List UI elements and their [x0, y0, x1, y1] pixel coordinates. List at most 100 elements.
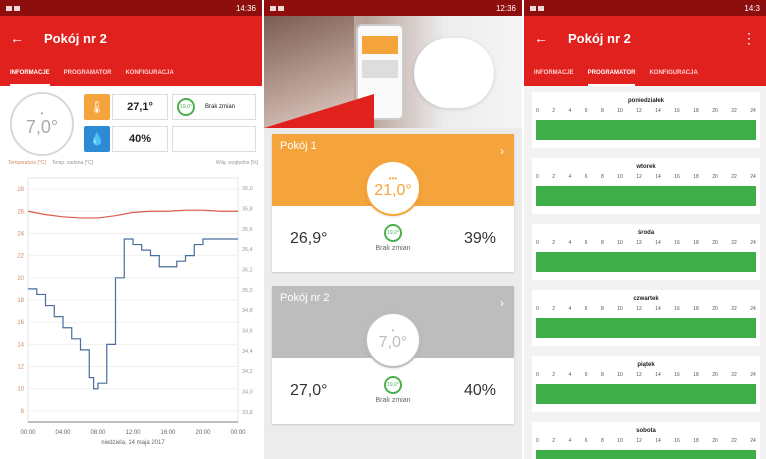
tab-konfiguracja[interactable]: KONFIGURACJA [649, 60, 697, 86]
tab-konfiguracja[interactable]: KONFIGURACJA [125, 60, 173, 86]
legend-temp: Temperatura [°C] [8, 160, 46, 166]
hour-ticks: 0 2 4 6 8 10 12 14 16 18 20 22 24 [532, 372, 760, 378]
setpoint-dial[interactable]: • 7,0° [10, 92, 74, 156]
hour-tick: 2 [552, 438, 556, 444]
x-tick: 04:00 [55, 430, 71, 436]
room-card-1[interactable]: Pokój 1 › ••• 21,0° 26,9° 19,0° Brak zmi… [272, 134, 514, 272]
hour-tick: 24 [750, 108, 756, 114]
hour-tick: 20 [712, 306, 718, 312]
banner-photo [264, 16, 522, 128]
hour-tick: 10 [617, 174, 623, 180]
history-chart: 8 10 12 14 16 18 20 22 24 26 28 33,8 34,0 34,2 34,4 34,… [17, 177, 253, 446]
hour-tick: 20 [712, 372, 718, 378]
y-right-tick: 35,0 [242, 288, 253, 294]
y-right-tick: 35,8 [242, 207, 253, 213]
tab-programator[interactable]: PROGRAMATOR [64, 60, 112, 86]
hour-tick: 24 [750, 372, 756, 378]
x-tick: 08:00 [90, 430, 106, 436]
setpoint-value: 7,0° [25, 116, 59, 137]
x-tick: 12:00 [125, 430, 141, 436]
x-tick: 20:00 [195, 430, 211, 436]
room-status: 19,0° Brak zmian [363, 224, 423, 252]
red-accent [264, 94, 374, 128]
hour-tick: 4 [568, 108, 572, 114]
schedule-bar[interactable] [536, 252, 756, 272]
hour-tick: 8 [600, 372, 604, 378]
y-left-tick: 28 [17, 187, 24, 193]
back-arrow-icon[interactable]: ← [534, 30, 568, 46]
hour-tick: 24 [750, 306, 756, 312]
room-card-2[interactable]: Pokój nr 2 › • 7,0° 27,0° 19,0° Brak zmi… [272, 286, 514, 424]
hour-ticks: 0 2 4 6 8 10 12 14 16 18 20 22 24 [532, 240, 760, 246]
status-bar: 12:36 [264, 0, 522, 16]
room-setpoint: 7,0° [378, 334, 408, 351]
room-card-header: Pokój 1 › ••• 21,0° [272, 134, 514, 216]
hour-tick: 22 [731, 372, 737, 378]
schedule-bar[interactable] [536, 186, 756, 206]
day-name: piątek [637, 362, 655, 368]
day-schedule-row[interactable]: czwartek 0 2 4 6 8 10 12 14 16 18 20 22 24 [532, 290, 760, 346]
status-time: 14:36 [235, 3, 256, 13]
schedule-bar[interactable] [536, 318, 756, 338]
schedule-bar[interactable] [536, 120, 756, 140]
y-right-tick: 34,2 [242, 369, 253, 375]
schedule-bar[interactable] [536, 450, 756, 459]
day-schedule-row[interactable]: wtorek 0 2 4 6 8 10 12 14 16 18 20 22 24 [532, 158, 760, 214]
y-right-tick: 34,8 [242, 308, 253, 314]
room-info-screen: 14:36 ← Pokój nr 2 INFORMACJE PROGRAMATO… [0, 0, 262, 459]
room-card-header: Pokój nr 2 › • 7,0° [272, 286, 514, 368]
hour-tick: 10 [617, 240, 623, 246]
tab-programator[interactable]: PROGRAMATOR [587, 60, 636, 86]
chevron-right-icon[interactable]: › [500, 144, 504, 158]
y-right-tick: 35,2 [242, 268, 253, 274]
hour-tick: 16 [674, 174, 680, 180]
schedule-bar[interactable] [536, 384, 756, 404]
hour-tick: 2 [552, 240, 556, 246]
hour-tick: 20 [712, 438, 718, 444]
back-arrow-icon[interactable]: ← [10, 30, 44, 46]
hour-tick: 12 [636, 306, 642, 312]
hour-tick: 24 [750, 438, 756, 444]
programmer-screen: 14:3 ← Pokój nr 2 ⋮ INFORMACJE PROGRAMAT… [524, 0, 766, 459]
y-left-tick: 20 [17, 276, 24, 282]
hour-tick: 10 [617, 306, 623, 312]
chevron-right-icon[interactable]: › [500, 296, 504, 310]
hour-tick: 16 [674, 438, 680, 444]
hour-tick: 0 [536, 306, 539, 312]
y-left-tick: 10 [17, 387, 24, 393]
hour-tick: 18 [693, 108, 699, 114]
y-right-tick: 34,6 [242, 329, 253, 335]
day-schedule-row[interactable]: piątek 0 2 4 6 8 10 12 14 16 18 20 22 24 [532, 356, 760, 412]
y-left-tick: 24 [17, 231, 24, 237]
y-left-tick: 26 [17, 209, 24, 215]
tab-informacje[interactable]: INFORMACJE [10, 60, 50, 86]
hour-tick: 2 [552, 174, 556, 180]
x-tick: 00:00 [230, 430, 246, 436]
room-card-body: 27,0° 19,0° Brak zmian 40% [272, 358, 514, 424]
hour-tick: 8 [600, 174, 604, 180]
y-right-tick: 35,6 [242, 227, 253, 233]
hour-tick: 16 [674, 372, 680, 378]
y-left-tick: 8 [21, 409, 25, 415]
hour-tick: 0 [536, 240, 539, 246]
hour-tick: 16 [674, 306, 680, 312]
status-bar: 14:36 [0, 0, 262, 16]
app-bar: ← Pokój nr 2 ⋮ [524, 16, 766, 60]
day-schedule-row[interactable]: poniedziałek 0 2 4 6 8 10 12 14 16 18 20 22 24 [532, 92, 760, 148]
room-name: Pokój nr 2 [280, 292, 330, 304]
status-badge: 19,0° [177, 98, 195, 116]
hour-tick: 16 [674, 240, 680, 246]
hour-tick: 8 [600, 240, 604, 246]
y-right-tick: 33,8 [242, 410, 253, 416]
day-schedule-row[interactable]: sobota 0 2 4 6 8 10 12 14 16 18 20 22 24 [532, 422, 760, 459]
more-menu-icon[interactable]: ⋮ [742, 30, 756, 47]
status-box: 19,0° Brak zmian [172, 94, 256, 120]
hour-ticks: 0 2 4 6 8 10 12 14 16 18 20 22 24 [532, 306, 760, 312]
y-left-tick: 16 [17, 320, 24, 326]
hour-tick: 10 [617, 372, 623, 378]
hour-tick: 2 [552, 108, 556, 114]
tab-informacje[interactable]: INFORMACJE [534, 60, 574, 86]
hour-tick: 0 [536, 438, 539, 444]
day-schedule-row[interactable]: środa 0 2 4 6 8 10 12 14 16 18 20 22 24 [532, 224, 760, 280]
hour-tick: 24 [750, 240, 756, 246]
